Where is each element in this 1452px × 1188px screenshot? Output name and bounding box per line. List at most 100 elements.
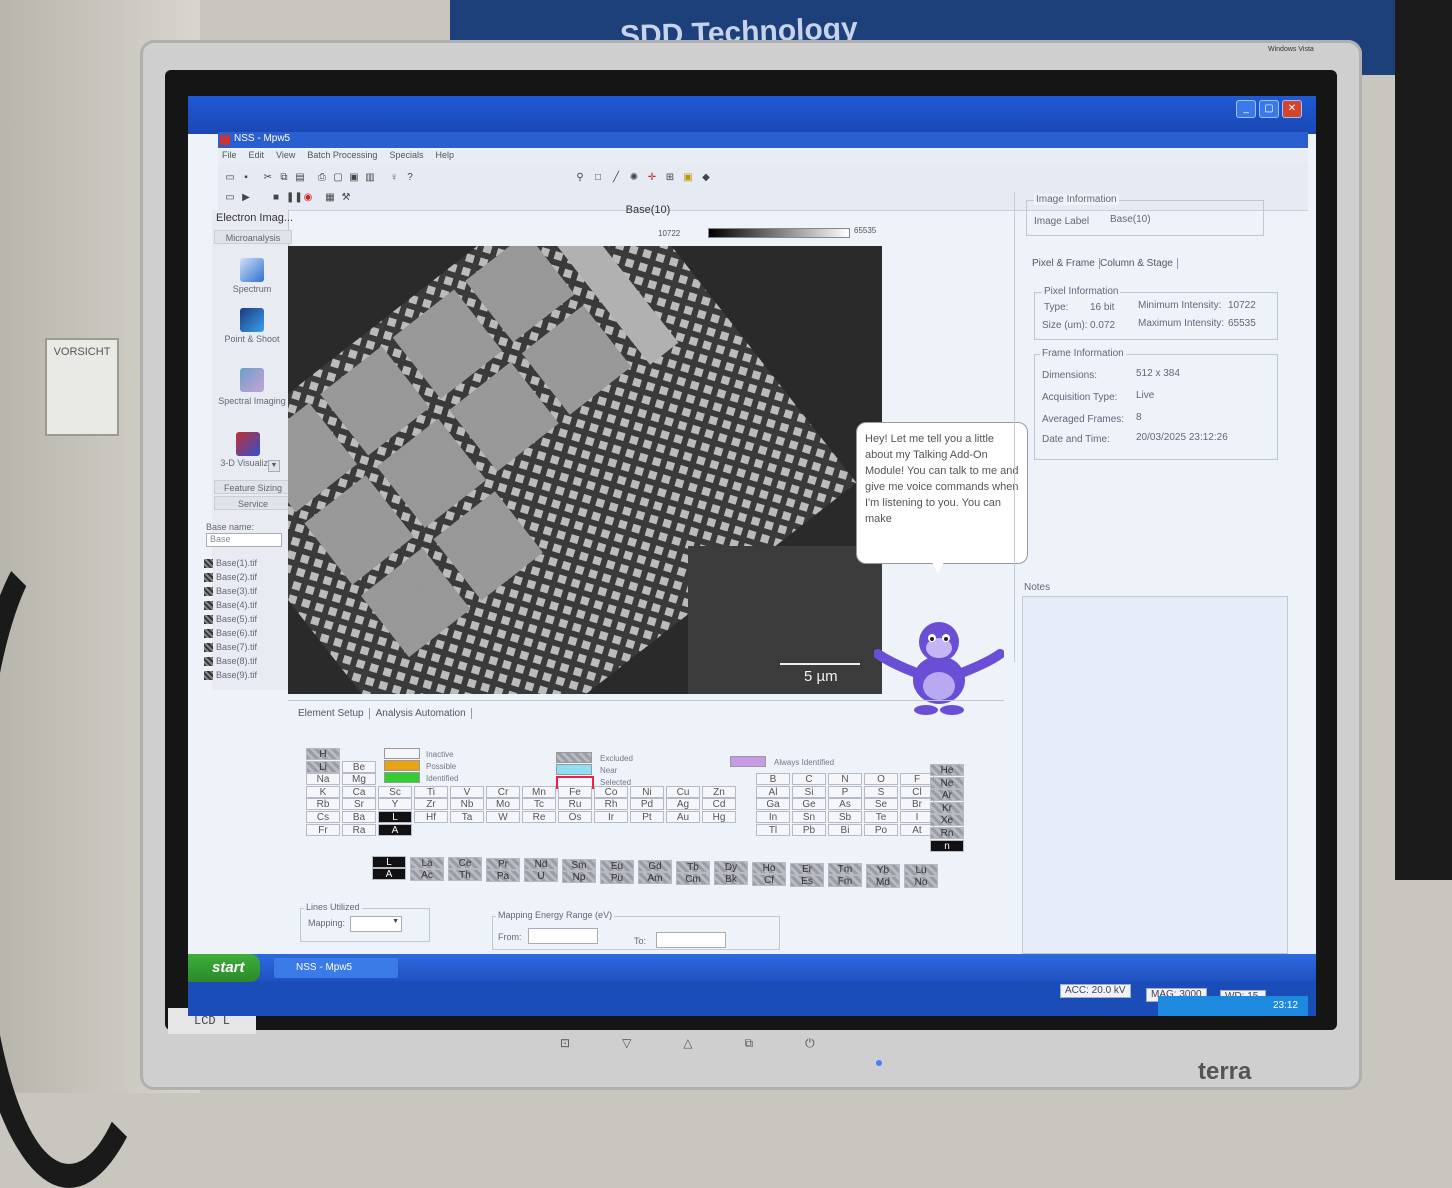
- element-cell-pa[interactable]: Pa: [486, 869, 520, 882]
- element-cell-rb[interactable]: Rb: [306, 798, 340, 811]
- element-cell-ho[interactable]: Ho: [752, 862, 786, 874]
- element-cell-lu[interactable]: Lu: [904, 864, 938, 877]
- source-icon[interactable]: ⧉: [745, 1036, 754, 1056]
- element-cell-cs[interactable]: Cs: [306, 811, 340, 823]
- list-item[interactable]: Base(9).tif: [204, 668, 284, 682]
- element-cell-se[interactable]: Se: [864, 798, 898, 811]
- element-cell-li[interactable]: Li: [306, 760, 340, 773]
- element-cell-ta[interactable]: Ta: [450, 811, 484, 823]
- element-cell-ar[interactable]: Ar: [930, 789, 964, 802]
- copy-icon[interactable]: ⧉: [278, 172, 290, 184]
- paste-icon[interactable]: ▤: [294, 172, 306, 184]
- element-cell-cd[interactable]: Cd: [702, 798, 736, 811]
- element-cell-ag[interactable]: Ag: [666, 798, 700, 811]
- chevron-down-icon[interactable]: ▼: [268, 460, 280, 472]
- element-cell-cu[interactable]: Cu: [666, 785, 700, 798]
- microanalysis-button[interactable]: Microanalysis: [214, 230, 292, 244]
- element-cell-md[interactable]: Md: [866, 875, 900, 888]
- element-cell-na[interactable]: Na: [306, 773, 340, 786]
- spectrum-label[interactable]: Spectrum: [212, 284, 292, 294]
- element-cell-pb[interactable]: Pb: [792, 823, 826, 836]
- tools-icon[interactable]: ⚒: [340, 192, 352, 204]
- element-cell-i[interactable]: I: [900, 811, 934, 823]
- list-item[interactable]: Base(1).tif: [204, 556, 284, 570]
- bulb-icon[interactable]: ♀: [388, 172, 400, 184]
- element-cell-la[interactable]: La: [410, 856, 444, 869]
- menu-help[interactable]: Help: [435, 150, 454, 164]
- list-item[interactable]: Base(5).tif: [204, 612, 284, 626]
- element-cell-al[interactable]: Al: [756, 785, 790, 798]
- element-cell-ga[interactable]: Ga: [756, 798, 790, 811]
- element-cell-fr[interactable]: Fr: [306, 823, 340, 836]
- element-cell-pu[interactable]: Pu: [600, 871, 634, 884]
- element-cell-re[interactable]: Re: [522, 811, 556, 823]
- element-cell-ge[interactable]: Ge: [792, 798, 826, 811]
- element-cell-o[interactable]: O: [864, 773, 898, 786]
- element-cell-sb[interactable]: Sb: [828, 811, 862, 823]
- element-cell-ac[interactable]: Ac: [410, 868, 444, 881]
- menu-icon[interactable]: ⊡: [560, 1036, 570, 1056]
- element-cell-os[interactable]: Os: [558, 811, 592, 823]
- menu-edit[interactable]: Edit: [249, 150, 265, 164]
- element-cell-tm[interactable]: Tm: [828, 863, 862, 876]
- menu-batch-processing[interactable]: Batch Processing: [307, 150, 377, 164]
- play-icon[interactable]: ▶: [240, 192, 252, 204]
- line-icon[interactable]: ╱: [610, 172, 622, 184]
- element-cell-zn[interactable]: Zn: [702, 785, 736, 798]
- element-cell-sc[interactable]: Sc: [378, 785, 412, 798]
- element-cell-k[interactable]: K: [306, 785, 340, 798]
- element-cell-sn[interactable]: Sn: [792, 811, 826, 823]
- element-cell-l[interactable]: L: [372, 856, 406, 868]
- element-cell-n[interactable]: N: [828, 773, 862, 786]
- menu-file[interactable]: File: [222, 150, 237, 164]
- element-cell-yb[interactable]: Yb: [866, 863, 900, 876]
- 3d-visualization-icon[interactable]: [236, 432, 260, 456]
- element-cell-tc[interactable]: Tc: [522, 798, 556, 811]
- rectangle-icon[interactable]: □: [592, 172, 604, 184]
- element-cell-zr[interactable]: Zr: [414, 798, 448, 811]
- element-cell-mn[interactable]: Mn: [522, 785, 556, 798]
- start-button[interactable]: start: [188, 954, 260, 982]
- element-cell-s[interactable]: S: [864, 785, 898, 798]
- mapping-select[interactable]: ▼: [350, 916, 402, 932]
- element-cell-l[interactable]: L: [378, 811, 412, 823]
- element-cell-a[interactable]: A: [378, 823, 412, 836]
- up-arrow-icon[interactable]: △: [683, 1036, 692, 1056]
- cut-icon[interactable]: ✂: [262, 172, 274, 184]
- menu-view[interactable]: View: [276, 150, 295, 164]
- element-cell-rh[interactable]: Rh: [594, 798, 628, 811]
- list-item[interactable]: Base(6).tif: [204, 626, 284, 640]
- element-cell-er[interactable]: Er: [790, 862, 824, 875]
- element-cell-au[interactable]: Au: [666, 811, 700, 823]
- preview-icon[interactable]: ▢: [332, 172, 344, 184]
- base-name-input[interactable]: Base: [206, 533, 282, 547]
- element-cell-am[interactable]: Am: [638, 872, 672, 885]
- element-cell-xe[interactable]: Xe: [930, 814, 964, 827]
- element-cell-w[interactable]: W: [486, 811, 520, 823]
- element-cell-ba[interactable]: Ba: [342, 811, 376, 823]
- element-cell-v[interactable]: V: [450, 785, 484, 798]
- element-cell-th[interactable]: Th: [448, 869, 482, 882]
- image-icon[interactable]: ▣: [682, 172, 694, 184]
- open-icon[interactable]: ▭: [224, 172, 236, 184]
- element-cell-ce[interactable]: Ce: [448, 857, 482, 870]
- element-cell-cr[interactable]: Cr: [486, 785, 520, 798]
- element-cell-h[interactable]: H: [306, 748, 340, 760]
- stop-square-icon[interactable]: ■: [270, 192, 282, 204]
- element-cell-br[interactable]: Br: [900, 798, 934, 811]
- sem-image[interactable]: [288, 246, 882, 694]
- element-cell-ir[interactable]: Ir: [594, 811, 628, 823]
- marker-icon[interactable]: ⚲: [574, 172, 586, 184]
- element-cell-tb[interactable]: Tb: [676, 860, 710, 873]
- power-icon[interactable]: ⏻: [805, 1036, 815, 1056]
- from-input[interactable]: [528, 928, 598, 944]
- list-item[interactable]: Base(8).tif: [204, 654, 284, 668]
- element-cell-te[interactable]: Te: [864, 811, 898, 823]
- element-cell-pr[interactable]: Pr: [486, 857, 520, 870]
- to-input[interactable]: [656, 932, 726, 948]
- menu-specials[interactable]: Specials: [389, 150, 423, 164]
- element-cell-mg[interactable]: Mg: [342, 773, 376, 786]
- element-cell-no[interactable]: No: [904, 876, 938, 889]
- spectral-imaging-label[interactable]: Spectral Imaging: [212, 396, 292, 406]
- element-cell-tl[interactable]: Tl: [756, 823, 790, 836]
